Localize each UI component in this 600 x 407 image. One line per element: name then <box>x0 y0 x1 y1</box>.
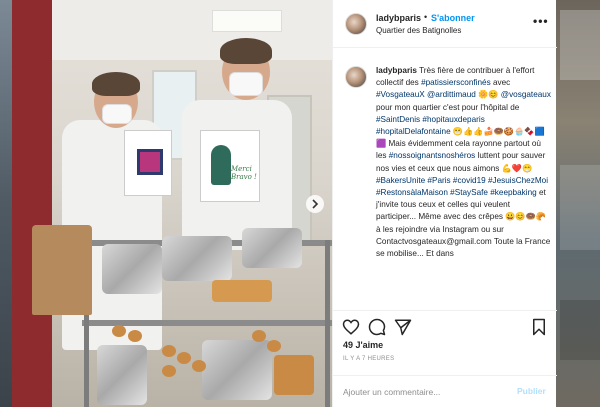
post-actions: 49 J'aime IL Y A 7 HEURES Publier <box>333 310 557 407</box>
hashtag-link[interactable]: #nossoignantsnoshéros <box>389 151 476 160</box>
hashtag-link[interactable]: #patissiersconfinés <box>421 78 491 87</box>
caption-segment: et j'invite tous ceux et celles qui veul… <box>376 188 551 259</box>
likes-count[interactable]: 49 J'aime <box>343 340 383 350</box>
comment-icon[interactable] <box>367 317 387 337</box>
backdrop-tile <box>560 165 600 250</box>
separator-dot: • <box>424 12 428 22</box>
hashtag-link[interactable]: @vosgateaux <box>501 90 551 99</box>
backdrop-tile <box>560 10 600 80</box>
backdrop-tile <box>560 300 600 360</box>
drawing-card-right: Merci Bravo ! <box>200 130 260 202</box>
hashtag-link[interactable]: #VosgateauX @ardittimaud <box>376 90 476 99</box>
card-text: Merci Bravo ! <box>231 165 257 181</box>
post-photo[interactable]: Merci Bravo ! <box>12 0 332 407</box>
heart-icon[interactable] <box>341 317 361 337</box>
bread <box>274 355 314 395</box>
hashtag-link[interactable]: #BakersUnite #Paris #covid19 #JesuisChez… <box>376 176 548 197</box>
bread <box>212 280 272 302</box>
photo-ceiling-light <box>212 10 282 32</box>
post-location[interactable]: Quartier des Batignolles <box>376 26 461 35</box>
caption-area[interactable]: ladybparis Très fière de contribuer à l'… <box>333 48 557 310</box>
post-panel: ladybparis • S'abonner Quartier des Bati… <box>332 0 557 407</box>
photo-ceiling <box>52 0 332 60</box>
caption-segment: pour mon quartier c'est pour l'hôpital d… <box>376 102 520 112</box>
post-header: ladybparis • S'abonner Quartier des Bati… <box>333 0 557 48</box>
comment-box: Publier <box>333 375 557 407</box>
follow-button[interactable]: S'abonner <box>431 13 475 23</box>
caption-segment: avec <box>490 78 511 88</box>
publish-button[interactable]: Publier <box>517 386 546 396</box>
post-time[interactable]: IL Y A 7 HEURES <box>343 356 394 362</box>
avatar[interactable] <box>345 13 367 35</box>
caption-username[interactable]: ladybparis <box>376 66 417 75</box>
drawing-card-left <box>124 130 172 196</box>
caption-segment: 🌼😊 <box>475 90 501 100</box>
bookmark-icon[interactable] <box>529 317 549 337</box>
foil-tray <box>97 345 147 405</box>
foil-tray <box>202 340 272 400</box>
chevron-right-icon[interactable] <box>306 195 324 213</box>
photo-wall <box>12 0 52 407</box>
foil-tray <box>102 244 162 294</box>
backdrop-left <box>0 0 12 407</box>
post-caption: ladybparis Très fière de contribuer à l'… <box>376 65 552 260</box>
more-horizontal-icon[interactable]: ••• <box>533 14 549 28</box>
foil-tray <box>162 236 232 281</box>
post-username[interactable]: ladybparis <box>376 13 421 23</box>
paper-bag <box>32 225 92 315</box>
foil-tray <box>242 228 302 268</box>
comment-input[interactable] <box>343 384 513 400</box>
caption-avatar[interactable] <box>345 66 367 88</box>
caption-text: Très fière de contribuer à l'effort coll… <box>376 66 551 258</box>
share-icon[interactable] <box>393 317 413 337</box>
